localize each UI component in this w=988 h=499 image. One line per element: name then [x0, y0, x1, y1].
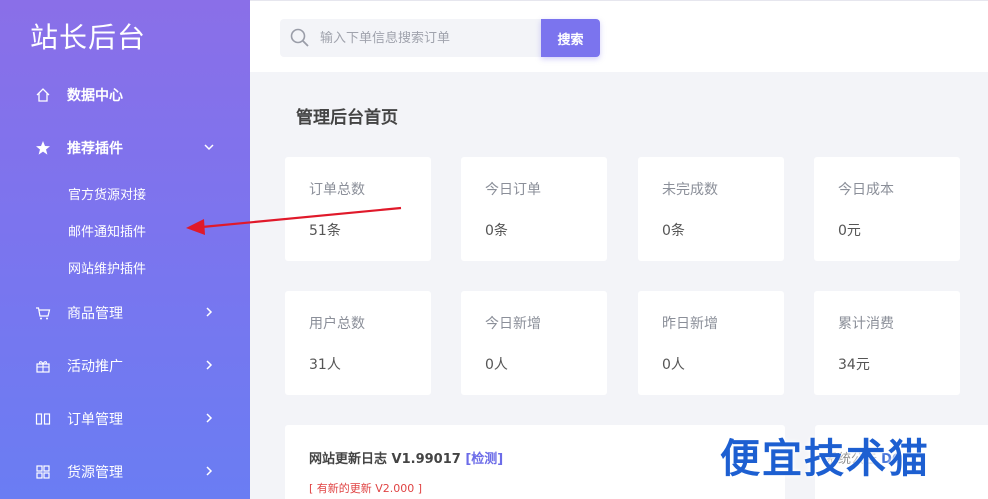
- stat-card-unfinished: 未完成数 0条: [638, 157, 784, 261]
- book-icon: [34, 410, 52, 428]
- check-update-link[interactable]: [检测]: [465, 452, 503, 467]
- stat-value: 34元: [838, 357, 870, 373]
- update-log-panel: 网站更新日志 V1.99017 [检测] [ 有新的更新 V2.000 ]: [285, 425, 785, 499]
- sidebar-item-label: 活动推广: [67, 359, 123, 375]
- sidebar-item-promotion[interactable]: 活动推广: [0, 346, 250, 386]
- stat-value: 31人: [309, 357, 341, 373]
- sidebar-subitem-site-maintenance[interactable]: 网站维护插件: [68, 258, 146, 277]
- update-log-title: 网站更新日志 V1.99017 [检测]: [309, 448, 503, 467]
- stat-label: 累计消费: [838, 316, 894, 332]
- sidebar-item-products[interactable]: 商品管理: [0, 293, 250, 333]
- sidebar-item-label: 商品管理: [67, 306, 123, 322]
- stat-card-total-spend: 累计消费 34元: [814, 291, 960, 395]
- new-update-notice[interactable]: [ 有新的更新 V2.000 ]: [309, 480, 422, 496]
- stat-card-total-users: 用户总数 31人: [285, 291, 431, 395]
- stat-label: 订单总数: [309, 182, 365, 198]
- cart-icon: [34, 304, 52, 322]
- stat-card-today-cost: 今日成本 0元: [814, 157, 960, 261]
- update-log-version: 网站更新日志 V1.99017: [309, 452, 461, 467]
- sidebar-subitem-email-notify[interactable]: 邮件通知插件: [68, 221, 146, 240]
- sidebar-item-label: 数据中心: [67, 88, 123, 104]
- sidebar-item-label: 货源管理: [67, 465, 123, 481]
- search-input[interactable]: [320, 30, 520, 46]
- page-title: 管理后台首页: [296, 108, 398, 128]
- sidebar-item-data-center[interactable]: 数据中心: [0, 75, 250, 115]
- stat-card-yesterday-new: 昨日新增 0人: [638, 291, 784, 395]
- stat-value: 0条: [485, 223, 508, 239]
- gift-icon: [34, 357, 52, 375]
- stat-card-today-orders: 今日订单 0条: [461, 157, 607, 261]
- brand-title: 站长后台: [30, 21, 147, 54]
- stat-label: 今日订单: [485, 182, 541, 198]
- search-icon: [289, 27, 311, 53]
- watermark: 便宜技术猫: [720, 436, 930, 482]
- search-box: [280, 19, 542, 57]
- chevron-right-icon: [202, 411, 216, 425]
- sidebar-item-sources[interactable]: 货源管理: [0, 452, 250, 492]
- chevron-right-icon: [202, 358, 216, 372]
- star-icon: [34, 139, 52, 157]
- sidebar: 站长后台 数据中心 推荐插件 官方货源对接 邮件通知插件 网站维护插件 商品管理…: [0, 0, 250, 499]
- search-button[interactable]: 搜索: [541, 19, 600, 57]
- sidebar-item-label: 推荐插件: [67, 141, 123, 157]
- grid-icon: [34, 463, 52, 481]
- home-icon: [34, 86, 52, 104]
- red-arrow-annotation: [186, 206, 402, 235]
- stat-label: 用户总数: [309, 316, 365, 332]
- top-bar: 搜索: [250, 0, 988, 72]
- stat-value: 0条: [662, 223, 685, 239]
- stat-label: 昨日新增: [662, 316, 718, 332]
- sidebar-item-plugins[interactable]: 推荐插件: [0, 128, 250, 168]
- chevron-right-icon: [202, 305, 216, 319]
- sidebar-item-orders[interactable]: 订单管理: [0, 399, 250, 439]
- stat-card-today-new: 今日新增 0人: [461, 291, 607, 395]
- stat-label: 未完成数: [662, 182, 718, 198]
- stat-value: 0人: [485, 357, 508, 373]
- stat-label: 今日成本: [838, 182, 894, 198]
- sidebar-item-label: 订单管理: [67, 412, 123, 428]
- chevron-down-icon: [202, 140, 216, 154]
- sidebar-subitem-official-source[interactable]: 官方货源对接: [68, 184, 146, 203]
- stat-label: 今日新增: [485, 316, 541, 332]
- stat-value: 0人: [662, 357, 685, 373]
- chevron-right-icon: [202, 464, 216, 478]
- stat-value: 0元: [838, 223, 861, 239]
